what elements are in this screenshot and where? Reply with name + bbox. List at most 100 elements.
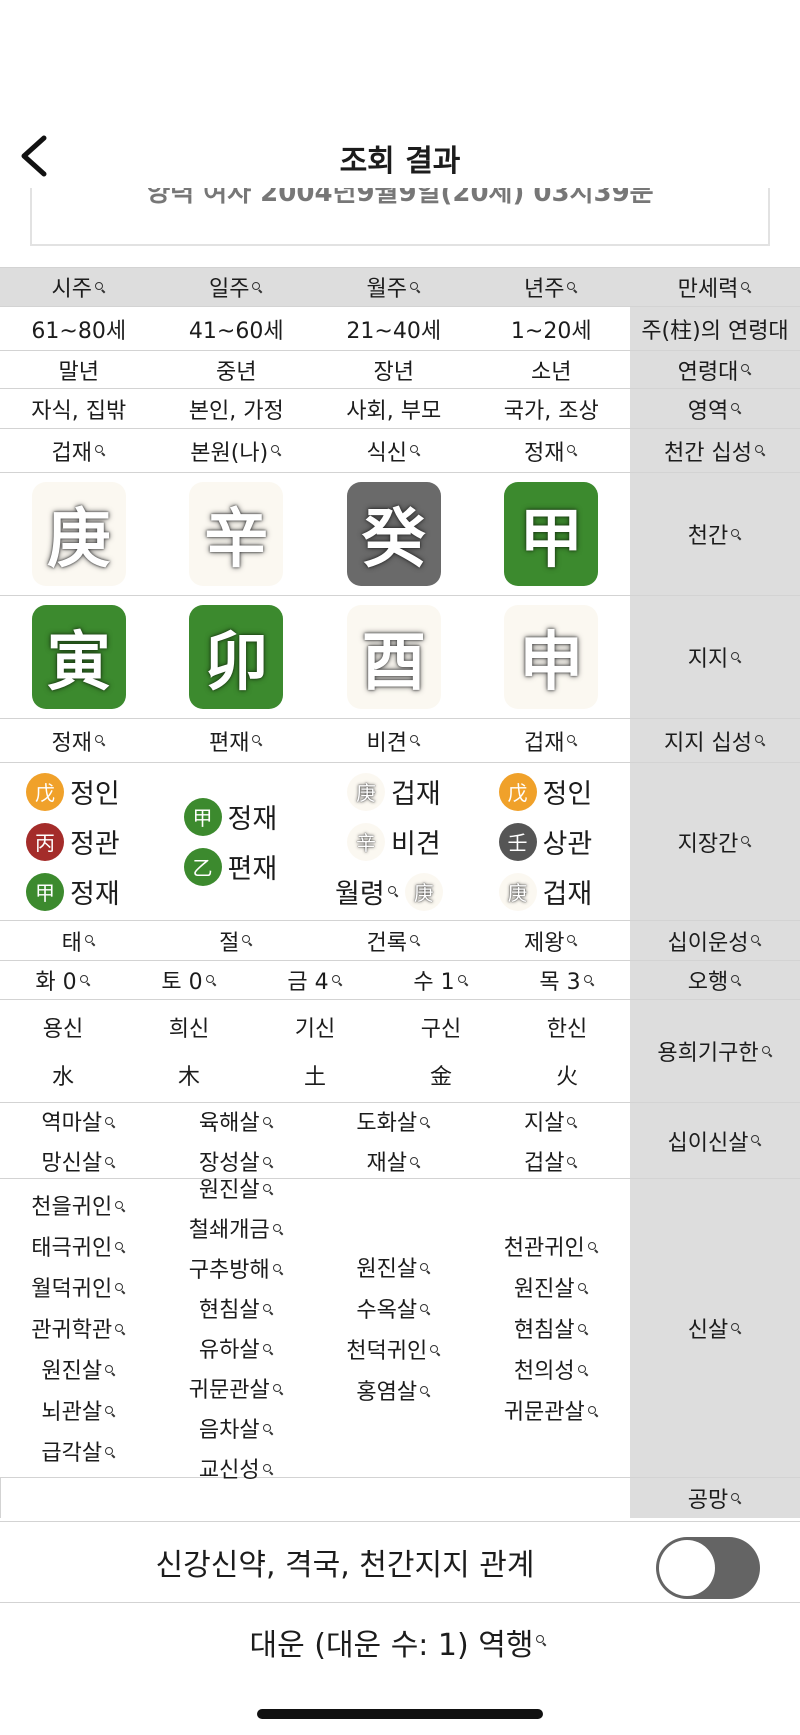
cheongan-tile[interactable]: 癸 — [346, 482, 441, 586]
jijanggan-item[interactable]: 甲 정재 — [183, 795, 277, 839]
search-icon — [94, 735, 106, 746]
cheongan-tile[interactable]: 甲 — [504, 482, 599, 586]
search-icon — [262, 1344, 274, 1355]
jijanggan-item[interactable]: 庚 겁재 — [498, 870, 592, 914]
sinsal-item[interactable]: 역마살 — [41, 1105, 116, 1137]
sipsung-cell[interactable]: 식신 — [315, 429, 473, 472]
cheongan-sipsung-label[interactable]: 천간 십성 — [630, 429, 800, 472]
sinsal-item[interactable]: 관귀학관 — [31, 1312, 126, 1344]
sinsal-item[interactable]: 천덕귀인 — [346, 1333, 441, 1365]
daewoon-button[interactable]: 대운 (대운 수: 1) 역행 — [0, 1603, 800, 1681]
sinsal-cell: 원진살 수옥살 천덕귀인 홍염살 — [315, 1179, 473, 1477]
jiji-tile[interactable]: 寅 — [31, 605, 126, 709]
sinsal-item[interactable]: 월덕귀인 — [31, 1271, 126, 1303]
jiji-sipsung-label[interactable]: 지지 십성 — [630, 719, 800, 762]
jijanggan-item[interactable]: 壬 상관 — [498, 820, 592, 864]
sipsung-cell[interactable]: 겁재 — [0, 429, 158, 472]
stem-badge: 甲 — [183, 797, 222, 836]
wolryeong-item[interactable]: 월령 庚 — [335, 870, 449, 914]
jiji-label[interactable]: 지지 — [630, 596, 800, 718]
sinsal-item[interactable]: 현침살 — [514, 1312, 589, 1344]
sinsal-item[interactable]: 철쇄개금 — [189, 1212, 284, 1244]
cheongan-label[interactable]: 천간 — [630, 473, 800, 595]
sinsal-label[interactable]: 신살 — [630, 1179, 800, 1477]
column-header-il[interactable]: 일주 — [157, 268, 315, 306]
ohaeng-cell[interactable]: 화 0 — [0, 961, 126, 999]
sinsal-item[interactable]: 귀문관살 — [504, 1394, 599, 1426]
stem-badge: 戊 — [26, 772, 64, 811]
yongsin-char: 水 — [51, 1065, 74, 1090]
sipsung-cell[interactable]: 정재 — [473, 429, 631, 472]
unsung-label[interactable]: 십이운성 — [630, 921, 800, 960]
cheongan-tile[interactable]: 辛 — [189, 482, 284, 586]
sinsal-item[interactable]: 수옥살 — [356, 1292, 431, 1324]
relation-toggle-switch[interactable] — [656, 1537, 760, 1599]
jiji-tile[interactable]: 酉 — [346, 605, 441, 709]
ohaeng-cell[interactable]: 토 0 — [126, 961, 252, 999]
sinsal-item[interactable]: 태극귀인 — [31, 1230, 126, 1262]
ohaeng-cell[interactable]: 수 1 — [378, 961, 504, 999]
jijanggan-text: 편재 — [227, 854, 278, 885]
jijanggan-label[interactable]: 지장간 — [630, 763, 800, 920]
column-header-wol[interactable]: 월주 — [315, 268, 473, 306]
jijanggan-item[interactable]: 乙 편재 — [183, 845, 278, 889]
sinsal-item[interactable]: 원진살 — [41, 1353, 116, 1385]
ohaeng-cell[interactable]: 목 3 — [504, 961, 630, 999]
sinsal-item[interactable]: 지살 — [524, 1105, 578, 1137]
sinsal-item[interactable]: 급각살 — [41, 1435, 116, 1467]
search-icon — [731, 403, 742, 414]
yongsin-label[interactable]: 용희기구한 — [630, 1000, 800, 1102]
jiji-tile[interactable]: 申 — [504, 605, 599, 709]
manse-label[interactable]: 만세력 — [630, 268, 800, 306]
gongmang-label[interactable]: 공망 — [630, 1478, 800, 1518]
sinsal-item[interactable]: 귀문관살 — [189, 1372, 284, 1404]
search-icon — [583, 974, 595, 986]
sinsal-item[interactable]: 천을귀인 — [31, 1189, 126, 1221]
sinsal-item[interactable]: 뇌관살 — [41, 1394, 116, 1426]
jijanggan-item[interactable]: 庚 겁재 — [335, 770, 441, 814]
column-header-si[interactable]: 시주 — [0, 268, 158, 306]
jijanggan-cell: 戊 정인 壬 상관 庚 겁재 — [473, 763, 631, 920]
sinsal-item[interactable]: 망신살 — [41, 1145, 116, 1177]
sinsal-item[interactable]: 겁살 — [524, 1145, 578, 1177]
sinsal-item[interactable]: 유하살 — [199, 1332, 274, 1364]
search-icon — [387, 886, 399, 897]
jijanggan-item[interactable]: 辛 비견 — [335, 820, 441, 864]
unsung-cell[interactable]: 절 — [158, 921, 316, 960]
sinsal-item[interactable]: 육해살 — [199, 1105, 274, 1137]
unsung-cell[interactable]: 건록 — [315, 921, 473, 960]
sinsal-item[interactable]: 재살 — [367, 1145, 421, 1177]
sinsal-item[interactable]: 천의성 — [514, 1353, 589, 1385]
sinsal12-label[interactable]: 십이신살 — [630, 1103, 800, 1178]
sinsal-item[interactable]: 구추방해 — [189, 1252, 284, 1284]
areas-label[interactable]: 영역 — [630, 389, 800, 428]
yongsin-char: 火 — [555, 1065, 578, 1090]
search-icon — [731, 1322, 742, 1334]
jiji-tile[interactable]: 卯 — [189, 605, 284, 709]
sinsal-item[interactable]: 원진살 — [356, 1251, 431, 1283]
sinsal-item[interactable]: 원진살 — [199, 1172, 274, 1204]
sipsung-cell[interactable]: 겁재 — [473, 719, 631, 762]
cheongan-tile[interactable]: 庚 — [31, 482, 126, 586]
sinsal-item[interactable]: 원진살 — [514, 1271, 589, 1303]
sipsung-cell[interactable]: 비견 — [315, 719, 473, 762]
sinsal-item[interactable]: 현침살 — [199, 1292, 274, 1324]
jijanggan-item[interactable]: 甲 정재 — [26, 870, 120, 914]
periods-label[interactable]: 연령대 — [630, 351, 800, 388]
ohaeng-label[interactable]: 오행 — [630, 961, 800, 999]
sipsung-cell[interactable]: 편재 — [158, 719, 316, 762]
column-header-nyeon[interactable]: 년주 — [472, 268, 630, 306]
search-icon — [741, 836, 752, 847]
jijanggan-item[interactable]: 丙 정관 — [26, 820, 120, 864]
sinsal-item[interactable]: 천관귀인 — [504, 1230, 599, 1262]
unsung-cell[interactable]: 태 — [0, 921, 158, 960]
ohaeng-cell[interactable]: 금 4 — [252, 961, 378, 999]
sinsal-item[interactable]: 도화살 — [356, 1105, 431, 1137]
unsung-cell[interactable]: 제왕 — [473, 921, 631, 960]
sipsung-cell[interactable]: 정재 — [0, 719, 158, 762]
sinsal-item[interactable]: 홍염살 — [356, 1374, 431, 1406]
jijanggan-item[interactable]: 戊 정인 — [26, 770, 120, 814]
sinsal-item[interactable]: 음차살 — [199, 1412, 274, 1444]
sipsung-cell[interactable]: 본원(나) — [158, 429, 316, 472]
jijanggan-item[interactable]: 戊 정인 — [498, 770, 592, 814]
